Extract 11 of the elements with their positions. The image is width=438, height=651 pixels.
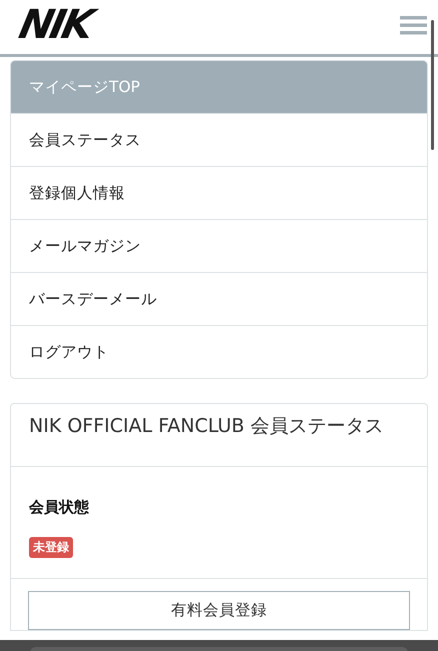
menu-icon[interactable]	[400, 16, 427, 35]
scrollbar-icon	[431, 20, 434, 150]
menu-item[interactable]: 登録個人情報	[11, 166, 427, 219]
menu-item[interactable]: ログアウト	[11, 325, 427, 378]
card-title: NIK OFFICIAL FANCLUB 会員ステータス	[11, 404, 427, 467]
status-badge: 未登録	[29, 537, 73, 558]
register-button[interactable]: 有料会員登録	[28, 591, 410, 630]
menu-item[interactable]: メールマガジン	[11, 219, 427, 272]
field-label: 会員状態	[29, 498, 89, 517]
menu-item[interactable]: バースデーメール	[11, 272, 427, 325]
menu-item[interactable]: 会員ステータス	[11, 113, 427, 166]
